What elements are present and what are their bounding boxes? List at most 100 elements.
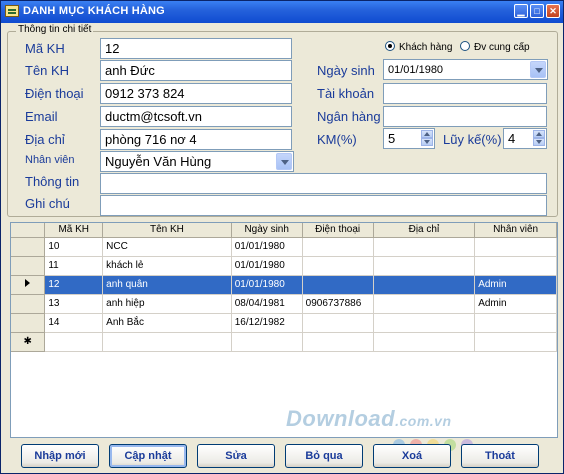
cell-nhan-vien[interactable]: [474, 313, 557, 333]
close-button[interactable]: ✕: [546, 4, 560, 18]
ten-kh-input[interactable]: anh Đức: [100, 60, 292, 81]
radio-supplier[interactable]: Đv cung cấp: [460, 41, 530, 53]
cell-ten[interactable]: NCC: [102, 237, 232, 257]
column-header[interactable]: Nhân viên: [474, 223, 557, 238]
ghi-chu-input[interactable]: [100, 195, 547, 216]
table-row[interactable]: 13 anh hiệp 08/04/1981 0906737886 Admin: [11, 294, 557, 314]
ghi-chu-label: Ghi chú: [25, 196, 70, 211]
tai-khoan-input[interactable]: [383, 83, 547, 104]
cell-ten[interactable]: Anh Bắc: [102, 313, 232, 333]
row-header[interactable]: [11, 256, 46, 276]
cell-ma[interactable]: 14: [44, 313, 104, 333]
table-row[interactable]: 11 khách lẻ 01/01/1980: [11, 256, 557, 276]
nhan-vien-select[interactable]: Nguyễn Văn Hùng: [100, 151, 294, 172]
ngay-sinh-picker[interactable]: 01/01/1980: [383, 59, 548, 80]
radio-unchecked-icon: [460, 41, 470, 51]
column-header[interactable]: Tên KH: [102, 223, 232, 238]
cell-dia-chi[interactable]: [373, 237, 476, 257]
thoat-button[interactable]: Thoát: [461, 444, 539, 468]
sua-button[interactable]: Sửa: [197, 444, 275, 468]
cell-ngay-sinh[interactable]: 01/01/1980: [231, 237, 303, 257]
table-row[interactable]: 14 Anh Bắc 16/12/1982: [11, 313, 557, 333]
column-header[interactable]: Ngày sinh: [231, 223, 303, 238]
column-header[interactable]: Địa chỉ: [373, 223, 476, 238]
chevron-down-icon[interactable]: [276, 153, 292, 170]
cap-nhat-button[interactable]: Cập nhật: [109, 444, 187, 468]
cell-dien-thoai[interactable]: [302, 237, 374, 257]
cell-ten[interactable]: anh hiệp: [102, 294, 232, 314]
ngan-hang-input[interactable]: [383, 106, 547, 127]
cell-nhan-vien[interactable]: [474, 237, 557, 257]
cell-ma[interactable]: 10: [44, 237, 104, 257]
cell-dien-thoai[interactable]: [302, 275, 374, 295]
thong-tin-input[interactable]: [100, 173, 547, 194]
row-pointer-icon: [25, 279, 31, 287]
table-row-selected[interactable]: 12 anh quân 01/01/1980 Admin: [11, 275, 557, 295]
ma-kh-input[interactable]: 12: [100, 38, 292, 59]
cell-dia-chi[interactable]: [373, 275, 476, 295]
cell-ngay-sinh[interactable]: 16/12/1982: [231, 313, 303, 333]
minimize-button[interactable]: ▁: [514, 4, 528, 18]
maximize-button[interactable]: □: [530, 4, 544, 18]
radio-customer[interactable]: Khách hàng: [385, 41, 452, 53]
title-bar[interactable]: DANH MỤC KHÁCH HÀNG ▁ □ ✕: [1, 1, 563, 23]
column-header[interactable]: Điện thoại: [302, 223, 374, 238]
bo-qua-button[interactable]: Bỏ qua: [285, 444, 363, 468]
row-header[interactable]: [11, 294, 46, 314]
spinner-icon[interactable]: [533, 130, 545, 147]
ngan-hang-label: Ngân hàng: [317, 109, 381, 124]
chevron-down-icon[interactable]: [530, 61, 546, 78]
new-row[interactable]: ✱: [11, 332, 557, 352]
dien-thoai-input[interactable]: 0912 373 824: [100, 83, 292, 104]
cell-ngay-sinh[interactable]: 08/04/1981: [231, 294, 303, 314]
column-header[interactable]: Mã KH: [44, 223, 104, 238]
new-cell[interactable]: [373, 332, 476, 352]
cell-ma[interactable]: 13: [44, 294, 104, 314]
cell-ma[interactable]: 12: [44, 275, 104, 295]
cell-ten[interactable]: anh quân: [102, 275, 232, 295]
spin-up-icon[interactable]: [533, 130, 545, 138]
spinner-icon[interactable]: [421, 130, 433, 147]
ngay-sinh-label: Ngày sinh: [317, 63, 375, 78]
luy-ke-value: 4: [508, 131, 516, 146]
details-legend: Thông tin chi tiết: [16, 24, 94, 35]
cell-ngay-sinh[interactable]: 01/01/1980: [231, 275, 303, 295]
email-label: Email: [25, 109, 58, 124]
new-row-marker[interactable]: ✱: [11, 332, 46, 352]
new-cell[interactable]: [302, 332, 374, 352]
new-cell[interactable]: [231, 332, 303, 352]
cell-ma[interactable]: 11: [44, 256, 104, 276]
spin-up-icon[interactable]: [421, 130, 433, 138]
cell-dien-thoai[interactable]: [302, 256, 374, 276]
spin-down-icon[interactable]: [533, 138, 545, 146]
nhap-moi-button[interactable]: Nhập mới: [21, 444, 99, 468]
new-cell[interactable]: [102, 332, 232, 352]
customer-grid[interactable]: Mã KH Tên KH Ngày sinh Điện thoại Địa ch…: [10, 222, 558, 438]
cell-dia-chi[interactable]: [373, 256, 476, 276]
cell-ten[interactable]: khách lẻ: [102, 256, 232, 276]
dia-chi-label: Địa chỉ: [25, 132, 65, 147]
cell-nhan-vien[interactable]: Admin: [474, 294, 557, 314]
new-cell[interactable]: [474, 332, 557, 352]
row-header[interactable]: [11, 237, 46, 257]
cell-ngay-sinh[interactable]: 01/01/1980: [231, 256, 303, 276]
cell-dien-thoai[interactable]: 0906737886: [302, 294, 374, 314]
cell-nhan-vien[interactable]: Admin: [474, 275, 557, 295]
table-row[interactable]: 10 NCC 01/01/1980: [11, 237, 557, 257]
ngay-sinh-value: 01/01/1980: [388, 64, 444, 76]
new-cell[interactable]: [44, 332, 104, 352]
watermark-suffix: .com.vn: [395, 413, 452, 429]
row-header[interactable]: [11, 275, 46, 295]
email-input[interactable]: ductm@tcsoft.vn: [100, 106, 292, 127]
xoa-button[interactable]: Xoá: [373, 444, 451, 468]
cell-dia-chi[interactable]: [373, 313, 476, 333]
spin-down-icon[interactable]: [421, 138, 433, 146]
luy-ke-spinner[interactable]: 4: [503, 128, 547, 149]
row-header[interactable]: [11, 313, 46, 333]
radio-customer-label: Khách hàng: [399, 42, 453, 53]
km-spinner[interactable]: 5: [383, 128, 435, 149]
cell-dien-thoai[interactable]: [302, 313, 374, 333]
cell-nhan-vien[interactable]: [474, 256, 557, 276]
dia-chi-input[interactable]: phòng 716 nơ 4: [100, 129, 292, 150]
cell-dia-chi[interactable]: [373, 294, 476, 314]
